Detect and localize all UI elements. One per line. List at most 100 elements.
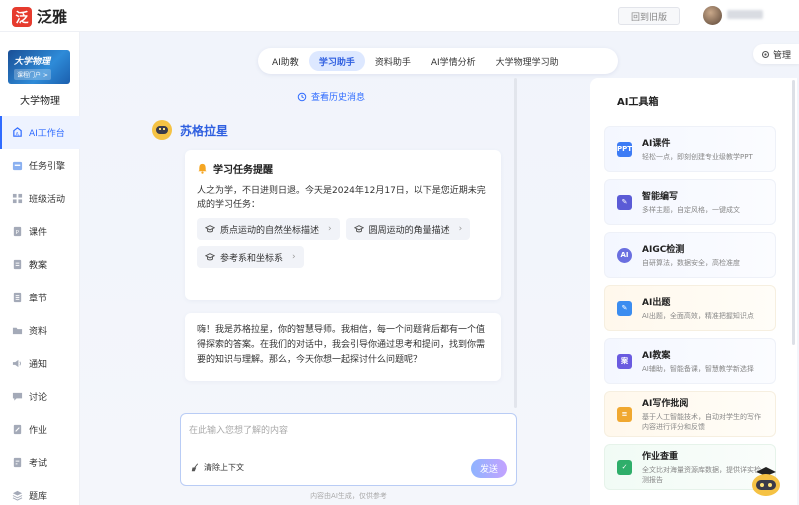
- bot-name: 苏格拉星: [180, 123, 229, 138]
- write-icon: ✎: [617, 194, 632, 210]
- tool-desc: 基于人工智能技术，自动对学生的写作内容进行评分和反馈: [642, 413, 761, 431]
- tool-name: AI课件: [642, 139, 671, 149]
- sidebar-item-chapters[interactable]: 章节: [0, 281, 80, 314]
- sidebar-item-label: 资料: [29, 327, 48, 337]
- manage-button[interactable]: 管理: [753, 44, 799, 64]
- tool-desc: AI出题，全面高效，精准把握知识点: [642, 312, 754, 320]
- bell-icon: [198, 163, 207, 174]
- ai-disclaimer: 内容由AI生成，仅供参考: [310, 492, 387, 500]
- slides-icon: P: [13, 226, 22, 237]
- toolbox-title: AI工具箱: [617, 97, 659, 108]
- pencil-icon: [13, 424, 22, 435]
- grid-icon: [12, 193, 23, 204]
- question-icon: ✎: [617, 300, 632, 316]
- broom-icon: [191, 463, 199, 472]
- tool-desc: 全文比对海量资源库数据，提供详实检测报告: [642, 466, 761, 484]
- tool-name: 智能编写: [642, 192, 679, 202]
- user-name-blurred[interactable]: [727, 10, 763, 19]
- graduation-cap-icon: [205, 253, 215, 261]
- graduation-cap-icon: [205, 225, 215, 233]
- task-chip[interactable]: 质点运动的自然坐标描述 ›: [197, 218, 340, 240]
- tool-list: PPT AI课件轻松一点，即刻创建专业级教学PPT ✎ 智能编写多样主题，自定风…: [604, 126, 776, 497]
- chat-input[interactable]: [189, 423, 509, 453]
- stack-icon: [12, 490, 23, 501]
- course-name: 大学物理: [20, 96, 60, 107]
- tool-desc: 多样主题，自定风格，一键成文: [642, 206, 740, 214]
- clear-context-button[interactable]: 清除上下文: [191, 462, 244, 473]
- sidebar-item-class-activity[interactable]: 班级活动: [0, 182, 80, 215]
- speaker-icon: [12, 359, 21, 368]
- task-chip[interactable]: 圆周运动的角量描述 ›: [345, 218, 471, 240]
- task-chip-label: 质点运动的自然坐标描述: [220, 225, 320, 236]
- chevron-right-icon: ›: [292, 252, 296, 262]
- tab-ai-learning-analysis[interactable]: AI学情分析: [421, 51, 486, 71]
- mascot-assistant-icon[interactable]: [748, 466, 784, 498]
- toolbox-scrollbar[interactable]: [792, 80, 795, 345]
- sidebar-nav: A AI工作台 任务引擎 班级活动 P 课件 教案 章节 资料 通知 讨论 作业…: [0, 116, 80, 505]
- tool-desc: 自研算法，数据安全，高检准度: [642, 259, 740, 267]
- check-icon: ✓: [617, 459, 632, 475]
- tool-name: AI写作批阅: [642, 399, 689, 409]
- logo[interactable]: 泛 泛雅: [12, 6, 67, 27]
- task-chip[interactable]: 参考系和坐标系 ›: [197, 246, 304, 268]
- sidebar-item-exam[interactable]: 考试: [0, 446, 80, 479]
- task-reminder-desc: 人之为学，不日进则日退。今天是2024年12月17日，以下是您近期未完成的学习任…: [197, 186, 486, 210]
- bot-intro-message: 嗨！我是苏格拉星，你的智慧导师。我相信，每一个问题背后都有一个值得探索的答案。在…: [185, 313, 501, 381]
- tool-ai-question[interactable]: ✎ AI出题 AI出题，全面高效，精准把握知识点: [604, 285, 776, 331]
- cover-title: 大学物理: [14, 57, 51, 67]
- chevron-right-icon: ›: [458, 224, 463, 234]
- ai-toolbox-panel: AI工具箱 PPT AI课件轻松一点，即刻创建专业级教学PPT ✎ 智能编写多样…: [590, 78, 797, 505]
- sidebar-item-materials[interactable]: 资料: [0, 314, 80, 347]
- sidebar-item-notice[interactable]: 通知: [0, 347, 80, 380]
- task-list: 质点运动的自然坐标描述 › 圆周运动的角量描述 › 参考系和坐标系 ›: [197, 218, 489, 268]
- course-cover[interactable]: 大学物理 课程门户 >: [8, 50, 70, 84]
- tab-physics-study-assistant[interactable]: 大学物理学习助: [486, 51, 569, 71]
- tool-desc: AI辅助，智能备课，智慧教学新选择: [642, 365, 754, 373]
- bot-avatar-icon: [152, 120, 172, 140]
- gear-icon: [761, 50, 770, 58]
- sidebar-item-label: 通知: [29, 360, 48, 370]
- tool-name: AIGC检测: [642, 245, 685, 255]
- tab-ai-assistant[interactable]: AI助教: [262, 51, 309, 71]
- sidebar-item-label: 题库: [29, 492, 48, 502]
- tool-smart-writing[interactable]: ✎ 智能编写多样主题，自定风格，一键成文: [604, 179, 776, 225]
- sidebar-item-homework[interactable]: 作业: [0, 413, 80, 446]
- view-history-link[interactable]: 查看历史消息: [297, 90, 365, 103]
- tool-ai-lesson-plan[interactable]: 案 AI教案 AI辅助，智能备课，智慧教学新选择: [604, 338, 776, 384]
- send-button[interactable]: 发送: [471, 459, 507, 478]
- task-chip-label: 参考系和坐标系: [220, 253, 284, 264]
- old-version-button[interactable]: 回到旧版: [618, 7, 680, 25]
- bot-header: 苏格拉星: [152, 120, 228, 140]
- sidebar-item-task-engine[interactable]: 任务引擎: [0, 149, 80, 182]
- sidebar-item-label: 作业: [29, 426, 48, 436]
- avatar[interactable]: [703, 6, 722, 25]
- chat-scrollbar[interactable]: [514, 78, 517, 408]
- review-icon: ≡: [617, 406, 632, 422]
- tool-name: AI出题: [642, 298, 671, 308]
- sidebar-item-ai-workbench[interactable]: A AI工作台: [0, 116, 80, 149]
- clear-context-label: 清除上下文: [204, 463, 244, 472]
- sidebar-item-label: AI工作台: [29, 129, 65, 139]
- tool-desc: 轻松一点，即刻创建专业级教学PPT: [642, 153, 753, 161]
- tab-study-assistant[interactable]: 学习助手: [308, 51, 365, 71]
- sidebar-item-discussion[interactable]: 讨论: [0, 380, 80, 413]
- tool-aigc-detection[interactable]: AI AIGC检测自研算法，数据安全，高检准度: [604, 232, 776, 278]
- detect-icon: AI: [617, 247, 632, 263]
- task-reminder-title-text: 学习任务提醒: [213, 165, 273, 176]
- history-link-label: 查看历史消息: [311, 93, 366, 103]
- sidebar-item-courseware[interactable]: P 课件: [0, 215, 80, 248]
- calendar-icon: [12, 161, 23, 171]
- sidebar-item-label: 讨论: [29, 393, 48, 403]
- chat-input-box: 清除上下文 发送: [180, 413, 517, 486]
- ppt-icon: PPT: [617, 141, 632, 157]
- manage-label: 管理: [772, 50, 791, 61]
- tool-ai-courseware[interactable]: PPT AI课件轻松一点，即刻创建专业级教学PPT: [604, 126, 776, 172]
- sidebar-item-question-bank[interactable]: 题库: [0, 479, 80, 505]
- tool-ai-writing-review[interactable]: ≡ AI写作批阅基于人工智能技术，自动对学生的写作内容进行评分和反馈: [604, 391, 776, 437]
- sidebar-item-label: 章节: [29, 294, 48, 304]
- sidebar-item-lesson-plan[interactable]: 教案: [0, 248, 80, 281]
- robot-icon: A: [13, 127, 22, 137]
- course-portal-link[interactable]: 课程门户 >: [14, 69, 51, 80]
- sidebar-item-label: 班级活动: [29, 195, 66, 205]
- tab-material-assistant[interactable]: 资料助手: [365, 51, 421, 71]
